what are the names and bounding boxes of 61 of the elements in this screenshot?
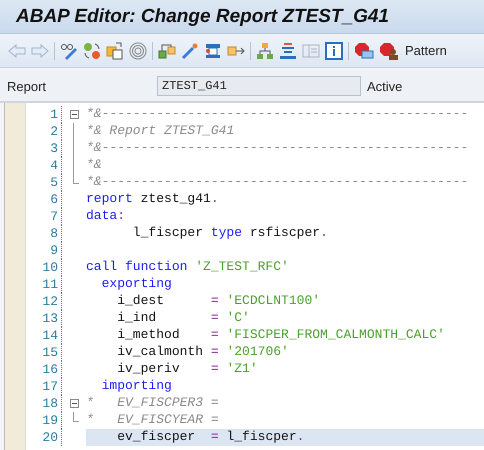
line-number: 14	[26, 327, 62, 344]
line-number: 4	[26, 157, 62, 174]
line-number: 9	[26, 242, 62, 259]
code-line: iv_calmonth = '201706'	[116, 344, 290, 361]
fold-end-line	[73, 174, 79, 184]
line-number: 19	[26, 412, 62, 429]
code-line: iv_periv = 'Z1'	[116, 361, 259, 378]
current-line-highlight: ev_fiscper = l_fiscper.	[86, 429, 484, 446]
spiral-icon[interactable]	[129, 42, 147, 60]
info-icon[interactable]	[325, 42, 343, 60]
code-line: exporting	[100, 276, 173, 293]
line-number: 6	[26, 191, 62, 208]
linked-squares-icon[interactable]	[158, 42, 176, 60]
report-name-field[interactable]: ZTEST_G41	[157, 76, 361, 96]
magic-wand-icon[interactable]	[181, 42, 199, 60]
line-number: 16	[26, 361, 62, 378]
collapse-icon[interactable]	[70, 110, 78, 119]
line-number: 5	[26, 174, 62, 191]
code-line: l_fiscper type rsfiscper.	[132, 225, 329, 242]
line-number: 13	[26, 310, 62, 327]
circles-icon[interactable]	[83, 42, 101, 60]
code-line: *&-----------------------------------------------	[86, 106, 470, 123]
align-lines-icon[interactable]	[279, 42, 297, 60]
code-line: *&-----------------------------------------------	[86, 174, 470, 191]
code-line: report ztest_g41.	[86, 191, 220, 208]
code-line: importing	[100, 378, 173, 395]
stop-sign-person-icon[interactable]	[379, 42, 399, 60]
window-title: ABAP Editor: Change Report ZTEST_G41	[16, 6, 389, 28]
code-line: i_dest = 'ECDCLNT100'	[116, 293, 322, 310]
line-number: 2	[26, 123, 62, 140]
line-number: 10	[26, 259, 62, 276]
glasses-pencil-icon[interactable]	[60, 42, 78, 60]
line-number: 17	[26, 378, 62, 395]
line-number: 3	[26, 140, 62, 157]
line-number: 11	[26, 276, 62, 293]
report-label: Report	[6, 78, 48, 94]
stop-sign-monitor-icon[interactable]	[354, 42, 374, 60]
hierarchy-icon[interactable]	[256, 42, 274, 60]
collapse-icon[interactable]	[70, 399, 78, 408]
line-number: 15	[26, 344, 62, 361]
copy-squares-icon[interactable]	[106, 42, 124, 60]
line-number: 8	[26, 225, 62, 242]
code-line: *&	[86, 157, 103, 174]
fold-end-line	[73, 412, 79, 422]
code-line: * EV_FISCPER3 =	[86, 395, 220, 412]
code-line: *&-----------------------------------------------	[86, 140, 470, 157]
line-number: 1	[26, 106, 62, 123]
code-line: i_ind = 'C'	[116, 310, 251, 327]
pattern-button[interactable]: Pattern	[404, 43, 448, 58]
line-number: 20	[26, 429, 62, 446]
report-status: Active	[367, 78, 402, 94]
code-line: data:	[86, 208, 126, 225]
code-line: call function 'Z_TEST_RFC'	[86, 259, 290, 276]
code-line: *& Report ZTEST_G41	[86, 123, 236, 140]
clamp-icon[interactable]	[204, 42, 222, 60]
line-number: 18	[26, 395, 62, 412]
code-line: * EV_FISCYEAR =	[86, 412, 220, 429]
code-line: i_method = 'FISCPER_FROM_CALMONTH_CALC'	[116, 327, 446, 344]
code-editor[interactable]	[4, 103, 484, 450]
line-number: 12	[26, 293, 62, 310]
line-number: 7	[26, 208, 62, 225]
